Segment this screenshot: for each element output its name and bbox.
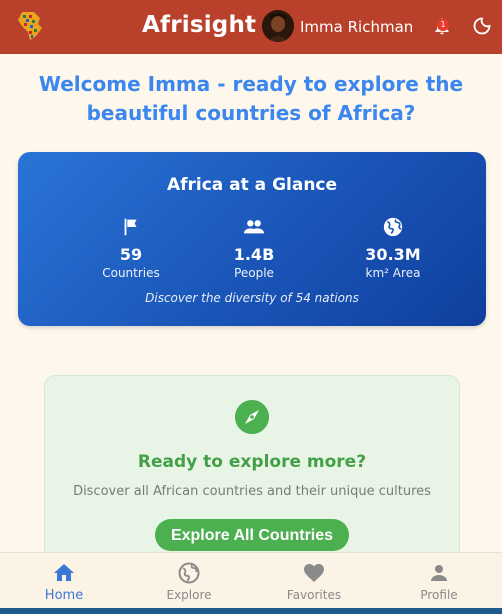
nav-item-profile[interactable]: Profile bbox=[389, 561, 489, 602]
app-screen: Afrisight Imma Richman 1 Welcome Imma - … bbox=[0, 0, 502, 608]
glance-footnote: Discover the diversity of 54 nations bbox=[145, 291, 359, 305]
stat-value: 1.4B bbox=[233, 245, 275, 264]
stat-countries: 59 Countries bbox=[66, 216, 196, 280]
globe-icon bbox=[178, 562, 200, 584]
nav-label: Explore bbox=[166, 588, 212, 602]
nav-item-favorites[interactable]: Favorites bbox=[264, 561, 364, 602]
compass-icon bbox=[235, 400, 269, 434]
stat-label: Countries bbox=[102, 266, 160, 280]
glance-title: Africa at a Glance bbox=[166, 175, 338, 195]
flag-icon bbox=[124, 218, 137, 236]
explore-more-card: Ready to explore more? Discover all Afri… bbox=[44, 375, 460, 577]
avatar[interactable] bbox=[262, 10, 294, 42]
app-title: Afrisight bbox=[142, 12, 257, 38]
africa-at-a-glance-card: Africa at a Glance 59 Countries 1.4B Peo… bbox=[18, 152, 486, 326]
bottom-navigation: Home Explore Favorites Profile bbox=[0, 552, 502, 608]
dark-mode-moon-icon[interactable] bbox=[472, 16, 492, 36]
explore-all-countries-button[interactable]: Explore All Countries bbox=[155, 519, 349, 551]
explore-title: Ready to explore more? bbox=[137, 452, 367, 472]
user-photo bbox=[262, 10, 294, 42]
stat-label: People bbox=[234, 266, 274, 280]
nav-item-home[interactable]: Home bbox=[14, 561, 114, 603]
nav-label: Home bbox=[44, 588, 84, 603]
top-app-bar: Afrisight Imma Richman 1 bbox=[0, 0, 502, 54]
stat-value: 30.3M bbox=[365, 245, 421, 264]
notification-badge: 1 bbox=[437, 19, 449, 31]
heart-icon bbox=[304, 564, 324, 582]
explore-subtitle: Discover all African countries and their… bbox=[73, 484, 431, 499]
system-taskbar-strip bbox=[0, 608, 502, 614]
person-icon bbox=[431, 565, 447, 581]
user-name: Imma Richman bbox=[300, 18, 414, 36]
africa-logo-icon[interactable] bbox=[16, 10, 44, 42]
people-icon bbox=[243, 220, 265, 234]
stat-people: 1.4B People bbox=[189, 216, 319, 280]
home-icon bbox=[54, 564, 74, 581]
nav-label: Favorites bbox=[286, 588, 342, 602]
stat-area: 30.3M km² Area bbox=[328, 216, 458, 280]
welcome-message: Welcome Imma - ready to explore the beau… bbox=[38, 72, 464, 125]
nav-label: Profile bbox=[420, 588, 458, 602]
stat-value: 59 bbox=[119, 245, 143, 264]
stat-label: km² Area bbox=[365, 266, 421, 280]
nav-item-explore[interactable]: Explore bbox=[139, 561, 239, 602]
globe-icon bbox=[383, 217, 403, 237]
